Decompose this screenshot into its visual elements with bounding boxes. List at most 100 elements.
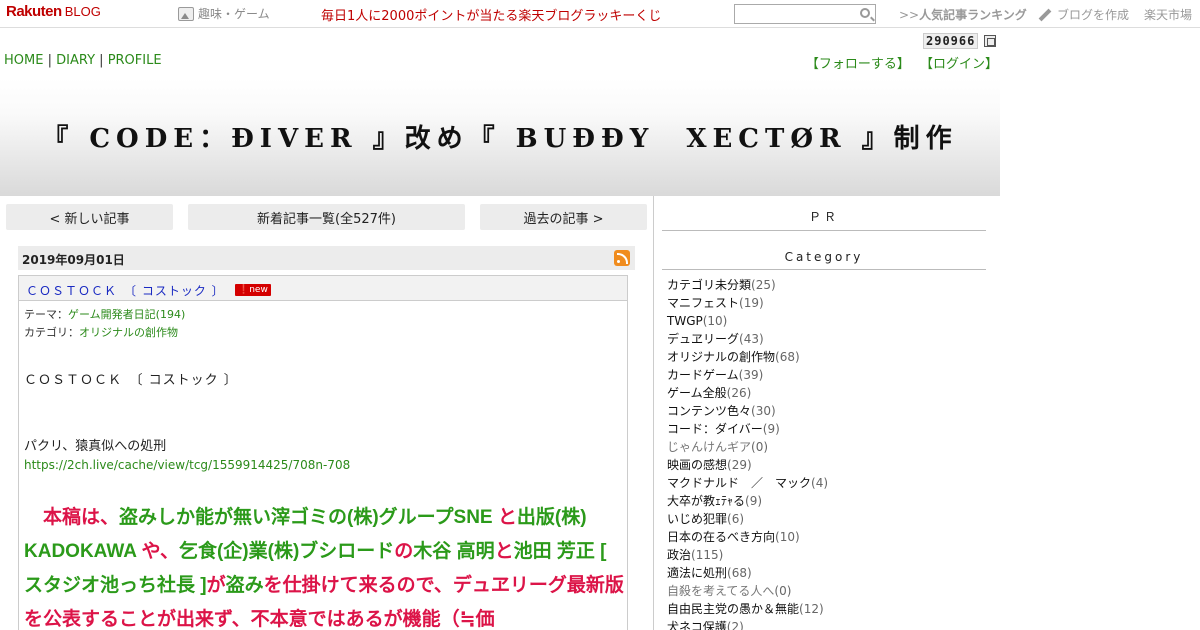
category-item[interactable]: TWGP(10) [667,312,828,330]
category-count: (9) [762,422,780,436]
category-item[interactable]: 大卒が教ｪﾃｬる(9) [667,492,828,510]
rakuten-market-link[interactable]: 楽天市場 [1144,6,1192,23]
account-links: 【フォローする】 【ログイン】 [800,53,998,72]
search-input[interactable] [734,4,876,24]
counter-value: 290966 [923,33,979,49]
category-name[interactable]: 適法に処刑 [667,566,727,580]
category-count: (10) [775,530,800,544]
body-segment: と [492,507,517,528]
ranking-prefix: >> [899,8,920,22]
ranking-label: 人気記事ランキング [919,8,1027,22]
genre-label: 趣味・ゲーム [198,7,270,21]
category-item[interactable]: カードゲーム(39) [667,366,828,384]
body-segment: 木谷 高明 [413,541,495,562]
category-link[interactable]: オリジナルの創作物 [79,326,178,339]
body-external-link[interactable]: https://2ch.live/cache/view/tcg/15599144… [24,458,350,472]
body-heading: ＣＯＳＴＯＣＫ 〔 コストック 〕 [24,373,238,388]
category-item[interactable]: 犬ネコ保護(2) [667,618,828,630]
category-item[interactable]: カテゴリ未分類(25) [667,276,828,294]
main-column: < 新しい記事 新着記事一覧(全527件) 過去の記事 > 2019年09月01… [0,196,654,630]
follow-button[interactable]: 【フォローする】 [806,57,910,72]
global-header: Rakuten BLOG 趣味・ゲーム 毎日1人に2000ポイントが当たる楽天ブ… [0,0,1200,28]
post-list-button[interactable]: 新着記事一覧(全527件) [188,204,465,230]
category-name[interactable]: マニフェスト [667,296,739,310]
category-count: (43) [739,332,764,346]
rakuten-blog-logo[interactable]: Rakuten BLOG [6,3,101,20]
entry-category: カテゴリ：オリジナルの創作物 [24,324,178,340]
category-count: (68) [727,566,752,580]
blog-entry: ＣＯＳＴＯＣＫ 〔 コストック 〕 ❗new テーマ：ゲーム開発者日記(194)… [18,275,628,630]
category-item[interactable]: 適法に処刑(68) [667,564,828,582]
new-badge: ❗new [235,284,271,296]
category-item[interactable]: コード：ダイバー(9) [667,420,828,438]
category-item[interactable]: 自殺を考えてる人へ(0) [667,582,828,600]
category-count: (12) [799,602,824,616]
category-count: (30) [751,404,776,418]
category-name[interactable]: ゲーム全般 [667,386,727,400]
lucky-lottery-link[interactable]: 毎日1人に2000ポイントが当たる楽天ブログラッキーくじ [321,5,661,24]
newer-post-button[interactable]: < 新しい記事 [6,204,173,230]
category-count: (2) [726,620,744,630]
entry-title[interactable]: ＣＯＳＴＯＣＫ 〔 コストック 〕 [26,282,225,299]
category-name[interactable]: マクドナルド ／ マック [667,476,811,490]
nav-separator: | [99,53,104,68]
category-name[interactable]: 映画の感想 [667,458,727,472]
blog-nav: HOME | DIARY | PROFILE [4,53,162,68]
blog-title[interactable]: 『 CODE：ĐIVER 』改め『 BUĐĐY XECTØR 』制作 [0,118,1000,155]
category-count: (19) [739,296,764,310]
nav-home[interactable]: HOME [4,53,43,68]
category-name[interactable]: じゃんけんギア [667,440,751,454]
category-count: (39) [738,368,764,382]
category-count: (4) [811,476,829,490]
nav-diary[interactable]: DIARY [56,53,95,68]
nav-separator: | [47,53,52,68]
category-item[interactable]: デュヱリーグ(43) [667,330,828,348]
nav-profile[interactable]: PROFILE [108,53,162,68]
category-item[interactable]: 映画の感想(29) [667,456,828,474]
create-blog-label: ブログを作成 [1057,8,1130,22]
category-name[interactable]: カードゲーム [667,368,739,382]
counter-info-icon[interactable] [984,35,997,47]
category-item[interactable]: じゃんけんギア(0) [667,438,828,456]
category-count: (68) [775,350,800,364]
category-name[interactable]: コード：ダイバー [667,422,763,436]
rss-icon[interactable] [614,250,630,266]
category-name[interactable]: オリジナルの創作物 [667,350,775,364]
category-item[interactable]: マクドナルド ／ マック(4) [667,474,828,492]
category-item[interactable]: ゲーム全般(26) [667,384,828,402]
search-icon[interactable] [860,8,870,18]
category-name[interactable]: 政治 [667,548,691,562]
popular-ranking-link[interactable]: >>人気記事ランキング [899,6,1027,23]
category-count: (10) [702,314,728,328]
category-name[interactable]: デュヱリーグ [667,332,739,346]
new-badge-label: new [249,285,268,295]
category-name[interactable]: 自由民主党の愚か＆無能 [667,602,799,616]
theme-link[interactable]: ゲーム開発者日記(194) [68,308,185,321]
create-blog-link[interactable]: ブログを作成 [1038,6,1129,23]
category-item[interactable]: 日本の在るべき方向(10) [667,528,828,546]
post-date-bar: 2019年09月01日 [18,246,635,270]
category-item[interactable]: 自由民主党の愚か＆無能(12) [667,600,828,618]
category-name[interactable]: 日本の在るべき方向 [667,530,775,544]
category-name[interactable]: カテゴリ未分類 [667,278,751,292]
body-segment: 乞食(企)業(株)ブシロード [178,541,395,562]
category-count: (0) [751,440,769,454]
category-name[interactable]: 自殺を考えてる人へ [667,584,774,598]
category-name[interactable]: TWGP [667,314,703,328]
category-item[interactable]: オリジナルの創作物(68) [667,348,828,366]
category-count: (115) [691,548,724,562]
category-item[interactable]: コンテンツ色々(30) [667,402,828,420]
category-item[interactable]: マニフェスト(19) [667,294,828,312]
pencil-icon [1038,8,1052,21]
category-item[interactable]: いじめ犯罪(6) [667,510,828,528]
category-item[interactable]: 政治(115) [667,546,828,564]
category-name[interactable]: 大卒が教ｪﾃｬる [667,494,745,508]
login-button[interactable]: 【ログイン】 [920,57,998,72]
entry-header: ＣＯＳＴＯＣＫ 〔 コストック 〕 ❗new [19,276,627,301]
category-name[interactable]: 犬ネコ保護 [667,620,727,630]
category-name[interactable]: いじめ犯罪 [667,512,727,526]
older-post-button[interactable]: 過去の記事 > [480,204,647,230]
body-segment: の [394,541,414,562]
genre-link[interactable]: 趣味・ゲーム [178,5,270,22]
category-name[interactable]: コンテンツ色々 [667,404,751,418]
